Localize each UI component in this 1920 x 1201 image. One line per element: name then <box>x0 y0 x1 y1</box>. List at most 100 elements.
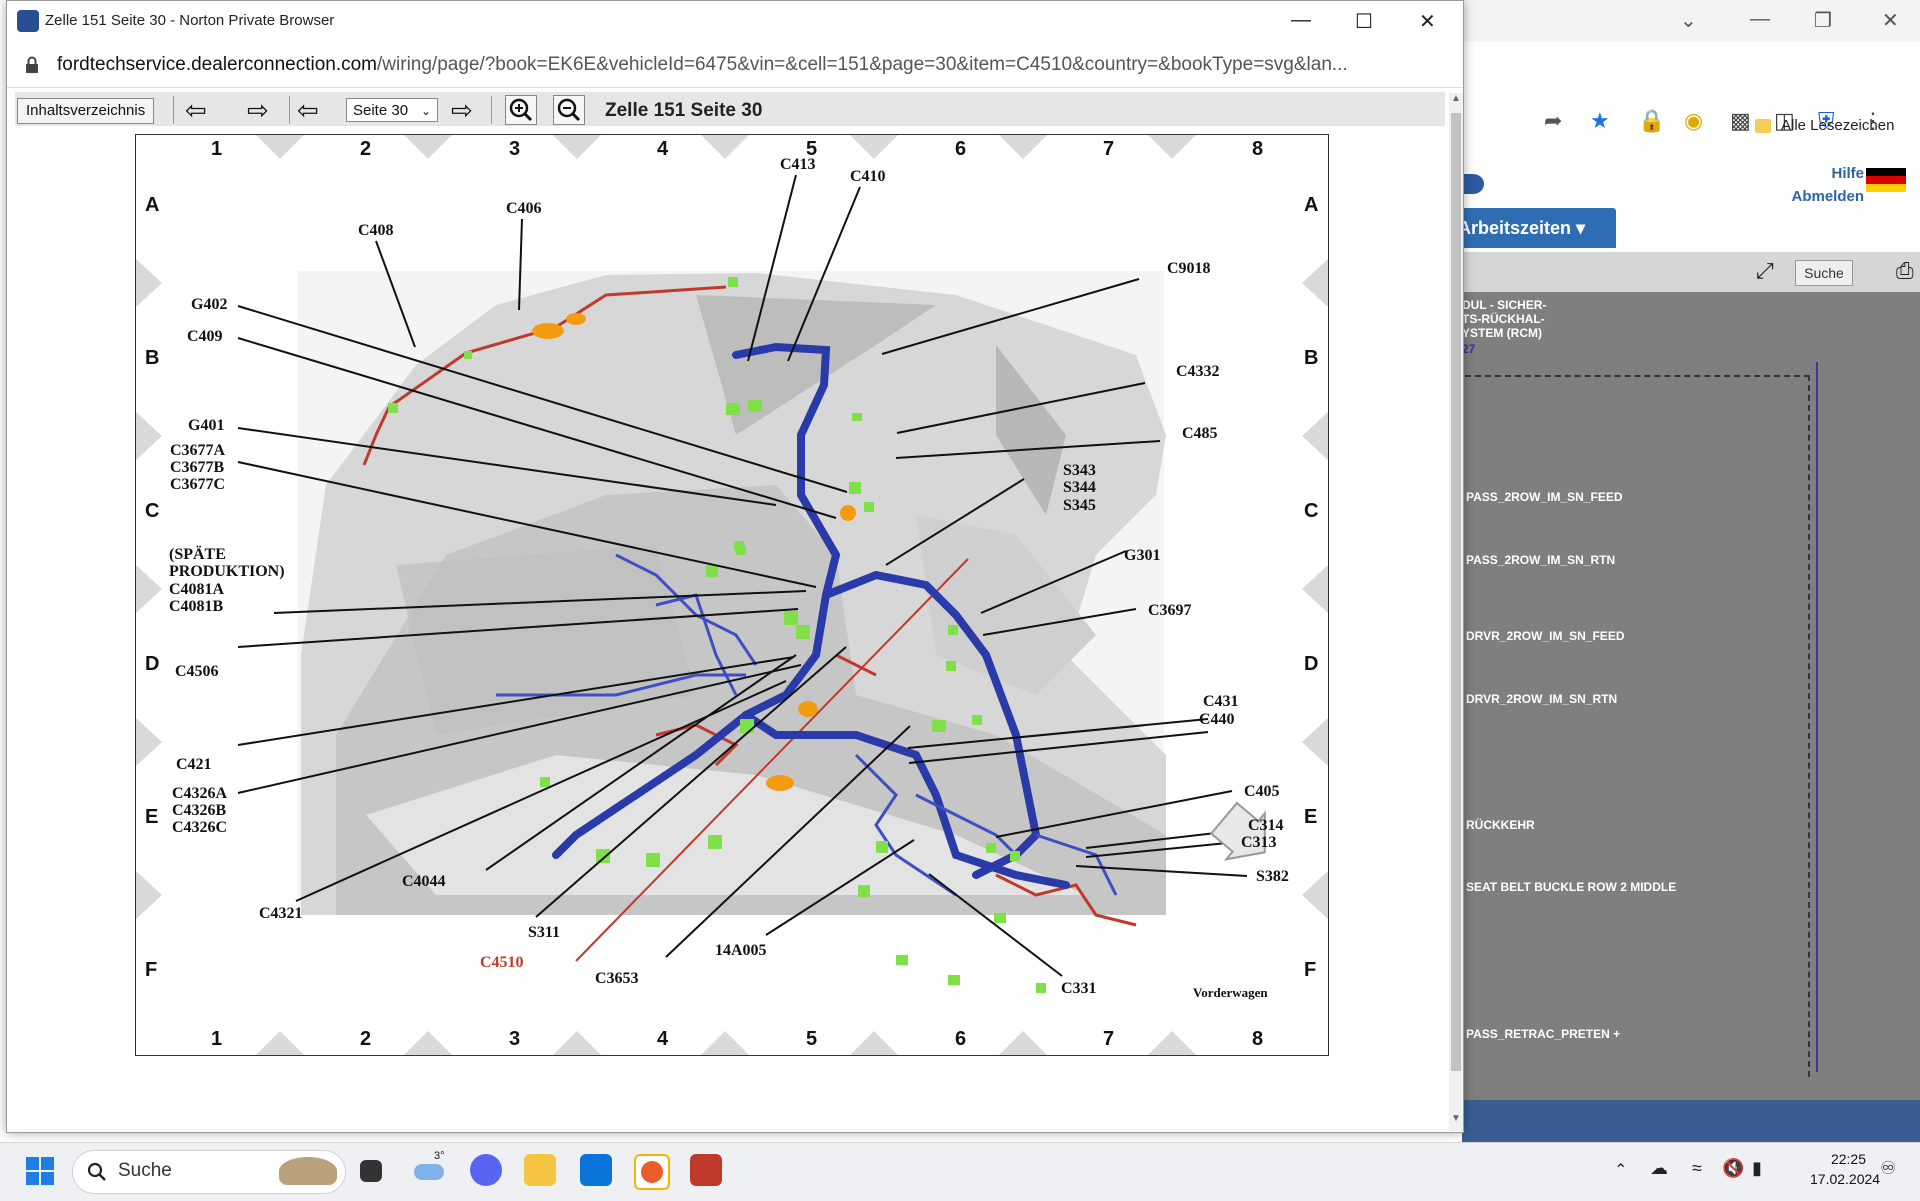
bookmark-star-icon[interactable]: ★ <box>1590 108 1610 134</box>
volume-muted-icon[interactable]: 🔇 <box>1722 1158 1744 1179</box>
label-c313[interactable]: C313 <box>1241 834 1277 851</box>
label-c4081a[interactable]: C4081A <box>169 581 225 598</box>
label-c4326a[interactable]: C4326A <box>172 785 228 802</box>
ford-logo <box>1462 174 1484 194</box>
maximize-button[interactable]: ☐ <box>1355 9 1373 34</box>
store-app-icon[interactable] <box>580 1154 612 1186</box>
label-c485[interactable]: C485 <box>1182 425 1218 442</box>
fullscreen-icon[interactable]: ⤢ <box>1756 258 1774 284</box>
extension-circle-icon[interactable]: ◉ <box>1684 108 1703 134</box>
col-label: 6 <box>955 138 966 160</box>
windows-start-icon[interactable] <box>26 1157 54 1185</box>
minimize-icon[interactable]: — <box>1750 8 1770 31</box>
label-c4326c[interactable]: C4326C <box>172 819 227 836</box>
label-s344[interactable]: S344 <box>1063 479 1096 496</box>
toolbar-separator <box>289 96 290 124</box>
label-s382[interactable]: S382 <box>1256 868 1289 885</box>
wiring-diagram[interactable]: 1 2 3 4 5 6 7 8 1 2 3 4 5 6 7 8 A B C D <box>135 134 1329 1056</box>
first-page-arrow-icon[interactable]: ⇦ <box>185 95 207 126</box>
menu-arbeitszeiten[interactable]: Arbeitszeiten ▾ <box>1448 208 1616 248</box>
label-c9018[interactable]: C9018 <box>1167 260 1211 277</box>
weather-widget[interactable]: 3° <box>414 1150 450 1184</box>
logout-link[interactable]: Abmelden <box>1780 185 1864 208</box>
label-spaete: (SPÄTE <box>169 545 226 563</box>
signal-label: PASS_2ROW_IM_SN_FEED <box>1466 490 1623 504</box>
share-icon[interactable]: ➦ <box>1544 108 1562 134</box>
toc-button[interactable]: Inhaltsverzeichnis <box>17 98 155 124</box>
help-link[interactable]: Hilfe <box>1780 162 1864 185</box>
label-c413[interactable]: C413 <box>780 156 816 173</box>
page-select[interactable]: Seite 30 ⌄ <box>346 98 438 122</box>
next-page-arrow-icon[interactable]: ⇨ <box>451 95 473 126</box>
url-text[interactable]: fordtechservice.dealerconnection.com/wir… <box>57 54 1452 76</box>
notification-bell-icon[interactable]: ♾ <box>1880 1158 1896 1179</box>
print-icon[interactable]: ⎙ <box>1896 258 1914 284</box>
close-button[interactable]: ✕ <box>1419 9 1436 34</box>
search-icon <box>87 1162 106 1181</box>
label-c431[interactable]: C431 <box>1203 693 1239 710</box>
label-c406[interactable]: C406 <box>506 200 542 217</box>
taskbar-clock[interactable]: 22:25 17.02.2024 <box>1810 1149 1880 1189</box>
label-c4081b[interactable]: C4081B <box>169 598 224 615</box>
label-c3653[interactable]: C3653 <box>595 970 639 987</box>
wifi-icon[interactable]: ≈ <box>1692 1158 1702 1179</box>
label-c4332[interactable]: C4332 <box>1176 363 1220 380</box>
rcm-title: DUL - SICHER- TS-RÜCKHAL- YSTEM (RCM) <box>1462 298 1547 340</box>
onedrive-cloud-icon[interactable]: ☁ <box>1650 1158 1668 1179</box>
label-c3677a[interactable]: C3677A <box>170 442 226 459</box>
label-s311[interactable]: S311 <box>528 924 560 941</box>
bookmarks-bar-all[interactable]: Alle Lesezeichen <box>1755 117 1894 134</box>
norton-browser-icon[interactable] <box>634 1154 670 1190</box>
german-flag-icon[interactable] <box>1866 168 1906 192</box>
extensions-puzzle-icon[interactable]: ▩ <box>1730 108 1751 134</box>
norton-lock-icon[interactable]: 🔒 <box>1638 108 1665 134</box>
row-label: F <box>1304 959 1316 981</box>
label-g401[interactable]: G401 <box>188 417 224 434</box>
back-arrow-icon[interactable]: ⇦ <box>297 95 319 126</box>
label-c331[interactable]: C331 <box>1061 980 1097 997</box>
label-c408[interactable]: C408 <box>358 222 394 239</box>
label-c4506[interactable]: C4506 <box>175 663 219 680</box>
label-c3697[interactable]: C3697 <box>1148 602 1192 619</box>
close-icon[interactable]: ✕ <box>1882 8 1899 33</box>
popup-titlebar: Zelle 151 Seite 30 - Norton Private Brow… <box>7 1 1463 43</box>
scroll-down-icon[interactable]: ▼ <box>1451 1113 1461 1124</box>
tab-search-chevron-icon[interactable]: ⌄ <box>1680 8 1697 33</box>
zoom-out-button[interactable] <box>553 95 585 125</box>
label-g301[interactable]: G301 <box>1124 547 1160 564</box>
search-button[interactable]: Suche <box>1795 260 1853 286</box>
app-icon-red[interactable] <box>690 1154 722 1186</box>
battery-icon[interactable]: ▮ <box>1752 1158 1762 1179</box>
label-c405[interactable]: C405 <box>1244 783 1280 800</box>
label-c440[interactable]: C440 <box>1199 711 1235 728</box>
label-s345[interactable]: S345 <box>1063 497 1096 514</box>
ford-footer-bar <box>1462 1100 1920 1142</box>
label-14a005[interactable]: 14A005 <box>715 942 767 959</box>
prev-page-arrow-icon[interactable]: ⇨ <box>247 95 269 126</box>
label-c314[interactable]: C314 <box>1248 817 1284 834</box>
label-c4510-highlighted[interactable]: C4510 <box>480 954 524 971</box>
label-c4326b[interactable]: C4326B <box>172 802 227 819</box>
label-c421[interactable]: C421 <box>176 756 212 773</box>
label-g402[interactable]: G402 <box>191 296 227 313</box>
label-c4321[interactable]: C4321 <box>259 905 303 922</box>
label-c3677b[interactable]: C3677B <box>170 459 225 476</box>
label-c409[interactable]: C409 <box>187 328 223 345</box>
label-c410[interactable]: C410 <box>850 168 886 185</box>
taskbar-search-box[interactable] <box>72 1150 346 1194</box>
module-dashed-outline <box>1465 375 1810 1077</box>
zoom-in-button[interactable] <box>505 95 537 125</box>
label-c4044[interactable]: C4044 <box>402 873 446 890</box>
scroll-up-icon[interactable]: ▲ <box>1451 93 1461 104</box>
label-s343[interactable]: S343 <box>1063 462 1096 479</box>
restore-icon[interactable]: ❐ <box>1814 8 1832 33</box>
chevron-down-icon: ⌄ <box>420 104 431 118</box>
chat-app-icon[interactable] <box>470 1154 502 1186</box>
scrollbar-thumb[interactable] <box>1451 113 1461 1071</box>
label-c3677c[interactable]: C3677C <box>170 476 225 493</box>
rcm-page-link[interactable]: 27 <box>1462 342 1475 356</box>
file-explorer-icon[interactable] <box>524 1154 556 1186</box>
minimize-button[interactable]: — <box>1291 9 1311 32</box>
tray-chevron-up-icon[interactable]: ⌃ <box>1614 1160 1627 1180</box>
task-view-icon[interactable] <box>360 1160 382 1182</box>
